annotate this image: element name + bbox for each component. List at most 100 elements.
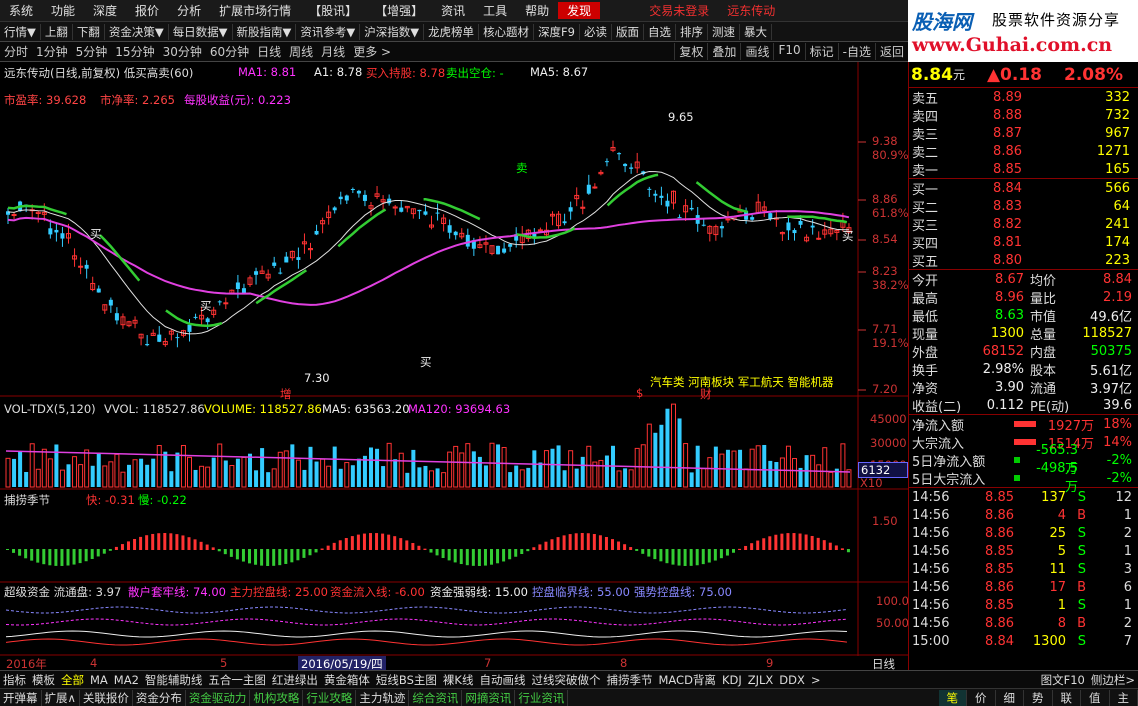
menu-help[interactable]: 帮助 xyxy=(516,2,558,19)
tb-pageup[interactable]: 上翻 xyxy=(41,23,73,40)
btn-main-track[interactable]: 主力轨迹 xyxy=(356,689,410,706)
period-tick[interactable]: 分时 xyxy=(0,43,32,60)
period-week[interactable]: 周线 xyxy=(285,43,317,60)
tick-row[interactable]: 14:56 8.85 11 S 3 xyxy=(909,560,1138,578)
tab-detail[interactable]: 细 xyxy=(996,689,1024,706)
tick-row[interactable]: 14:56 8.86 25 S 2 xyxy=(909,524,1138,542)
btn-overlay[interactable]: 叠加 xyxy=(707,43,740,60)
tab-indicator[interactable]: 指标 xyxy=(0,672,29,688)
menu-quote[interactable]: 报价 xyxy=(126,2,168,19)
btn-news[interactable]: 综合资讯 xyxy=(409,689,463,706)
tb-index[interactable]: 沪深指数▼ xyxy=(360,23,425,40)
btn-industry[interactable]: 行业攻略 xyxy=(303,689,357,706)
tab-gold-box[interactable]: 黄金箱体 xyxy=(321,672,373,688)
tb-sort[interactable]: 排序 xyxy=(676,23,708,40)
tab-ma2[interactable]: MA2 xyxy=(111,673,142,687)
menu-tools[interactable]: 工具 xyxy=(474,2,516,19)
tab-trend[interactable]: 势 xyxy=(1024,689,1053,706)
tab-auto-draw[interactable]: 自动画线 xyxy=(476,672,528,688)
tb-watchlist[interactable]: 自选 xyxy=(644,23,676,40)
tab-link[interactable]: 联 xyxy=(1053,689,1081,706)
period-30m[interactable]: 30分钟 xyxy=(159,43,206,60)
tab-sidebar[interactable]: 侧边栏> xyxy=(1088,672,1138,688)
tab-zjlx[interactable]: ZJLX xyxy=(745,673,777,687)
tab-bi[interactable]: 笔 xyxy=(938,689,967,706)
tb-speedtest[interactable]: 测速 xyxy=(708,23,740,40)
tb-pagedown[interactable]: 下翻 xyxy=(73,23,105,40)
period-60m[interactable]: 60分钟 xyxy=(206,43,253,60)
tab-season[interactable]: 捕捞季节 xyxy=(603,672,655,688)
tb-dragon-tiger[interactable]: 龙虎榜单 xyxy=(424,23,480,40)
tick-row[interactable]: 14:56 8.85 1 S 1 xyxy=(909,596,1138,614)
menu-system[interactable]: 系统 xyxy=(0,2,42,19)
btn-danmaku[interactable]: 开弹幕 xyxy=(0,689,42,706)
tb-layout[interactable]: 版面 xyxy=(612,23,644,40)
period-15m[interactable]: 15分钟 xyxy=(111,43,158,60)
menu-enhance[interactable]: 【增强】 xyxy=(366,2,432,19)
tab-ma[interactable]: MA xyxy=(87,673,111,687)
tick-row[interactable]: 14:56 8.85 137 S 12 xyxy=(909,488,1138,506)
tb-must-read[interactable]: 必读 xyxy=(580,23,612,40)
tab-kdj[interactable]: KDJ xyxy=(719,673,745,687)
tick-row[interactable]: 14:56 8.86 17 B 6 xyxy=(909,578,1138,596)
tb-ipo-guide[interactable]: 新股指南▼ xyxy=(233,23,297,40)
period-1m[interactable]: 1分钟 xyxy=(32,43,72,60)
tab-naked-k[interactable]: 裸K线 xyxy=(440,672,477,688)
menu-depth[interactable]: 深度 xyxy=(84,2,126,19)
menu-stock-news[interactable]: 【股讯】 xyxy=(300,2,366,19)
tb-core-topic[interactable]: 核心题材 xyxy=(479,23,535,40)
btn-draw[interactable]: 画线 xyxy=(740,43,773,60)
tb-quote[interactable]: 行情▼ xyxy=(0,23,41,40)
tb-more[interactable]: 暴大 xyxy=(740,23,772,40)
tab-next-arrow[interactable]: > xyxy=(808,673,824,687)
tick-row[interactable]: 14:56 8.85 5 S 1 xyxy=(909,542,1138,560)
tb-fund-decision[interactable]: 资金决策▼ xyxy=(105,23,169,40)
menu-info[interactable]: 资讯 xyxy=(432,2,474,19)
period-day[interactable]: 日线 xyxy=(253,43,285,60)
btn-fund-dist[interactable]: 资金分布 xyxy=(133,689,186,706)
tick-list[interactable]: 14:56 8.85 137 S 12 14:56 8.86 4 B 1 14:56 8.86 25 S 2… xyxy=(909,488,1138,650)
btn-del-watch[interactable]: -自选 xyxy=(837,43,875,60)
tab-value[interactable]: 值 xyxy=(1081,689,1110,706)
tick-row[interactable]: 14:56 8.86 4 B 1 xyxy=(909,506,1138,524)
btn-adjust[interactable]: 复权 xyxy=(674,43,707,60)
period-month[interactable]: 月线 xyxy=(317,43,349,60)
btn-mark[interactable]: 标记 xyxy=(804,43,838,60)
tab-template[interactable]: 模板 xyxy=(29,672,58,688)
tab-smart-aux[interactable]: 智能辅助线 xyxy=(142,672,206,688)
tab-short-bs[interactable]: 短线BS主图 xyxy=(373,672,440,688)
tab-five-in-one[interactable]: 五合一主图 xyxy=(205,672,269,688)
btn-f10[interactable]: F10 xyxy=(773,43,804,60)
period-5m[interactable]: 5分钟 xyxy=(72,43,112,60)
period-more[interactable]: 更多 > xyxy=(349,43,395,60)
menu-discover[interactable]: 发现 xyxy=(558,2,601,19)
ask-volume: 967 xyxy=(1105,125,1130,141)
kline-chart-area[interactable]: 远东传动(日线,前复权) 低买高卖(60) MA1: 8.81 A1: 8.78… xyxy=(0,62,909,656)
btn-ind-news[interactable]: 行业资讯 xyxy=(515,689,569,706)
tab-all[interactable]: 全部 xyxy=(58,672,87,688)
btn-related[interactable]: 关联报价 xyxy=(80,689,133,706)
tb-info-ref[interactable]: 资讯参考▼ xyxy=(296,23,361,40)
tab-red-green[interactable]: 红进绿出 xyxy=(269,672,321,688)
tab-price[interactable]: 价 xyxy=(967,689,996,706)
tick-row[interactable]: 14:56 8.86 8 B 2 xyxy=(909,614,1138,632)
tick-row[interactable]: 15:00 8.84 1300 S 7 xyxy=(909,632,1138,650)
kline-svg[interactable] xyxy=(0,62,908,656)
tab-main[interactable]: 主 xyxy=(1110,689,1138,706)
tb-daily-data[interactable]: 每日数据▼ xyxy=(169,23,233,40)
tab-f10-text[interactable]: 图文F10 xyxy=(1038,672,1088,688)
menu-analysis[interactable]: 分析 xyxy=(168,2,210,19)
btn-fund-drive[interactable]: 资金驱动力 xyxy=(186,689,251,706)
tab-breakout[interactable]: 过线突破做个 xyxy=(528,672,603,688)
trade-login-status[interactable]: 交易未登录 xyxy=(640,2,718,19)
btn-net-news[interactable]: 网摘资讯 xyxy=(462,689,516,706)
btn-inst[interactable]: 机构攻略 xyxy=(250,689,304,706)
tab-macd-div[interactable]: MACD背离 xyxy=(655,672,718,688)
tab-ddx[interactable]: DDX xyxy=(776,673,808,687)
menu-ext-market[interactable]: 扩展市场行情 xyxy=(210,2,300,19)
btn-back[interactable]: 返回 xyxy=(874,43,908,60)
menu-function[interactable]: 功能 xyxy=(42,2,84,19)
btn-expand[interactable]: 扩展∧ xyxy=(42,689,80,706)
bid-price: 8.82 xyxy=(993,216,1022,232)
tb-depth-f9[interactable]: 深度F9 xyxy=(534,23,580,40)
